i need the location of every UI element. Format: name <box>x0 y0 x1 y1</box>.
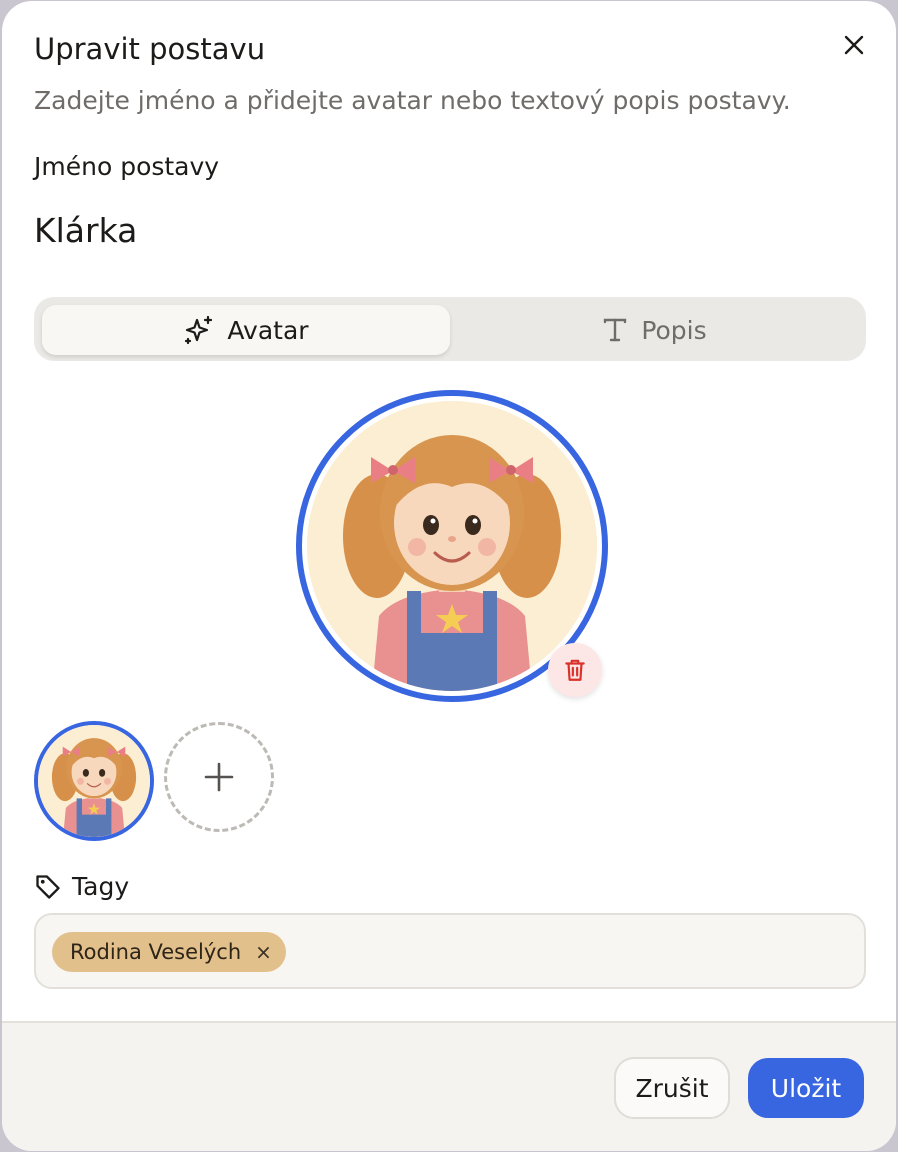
tag-chip: Rodina Veselých × <box>52 932 286 972</box>
cancel-button[interactable]: Zrušit <box>614 1057 730 1119</box>
edit-character-dialog: Upravit postavu Zadejte jméno a přidejte… <box>2 1 896 1151</box>
mode-switch: Avatar Popis <box>34 297 866 361</box>
delete-avatar-button[interactable] <box>548 643 602 697</box>
text-icon <box>604 318 627 342</box>
sparkles-icon <box>185 315 213 345</box>
dialog-subtitle: Zadejte jméno a přidejte avatar nebo tex… <box>34 86 791 115</box>
tag-remove-icon[interactable]: × <box>255 942 272 962</box>
girl-portrait-thumbnail-icon <box>38 725 150 837</box>
tags-label-text: Tagy <box>72 872 130 901</box>
close-button[interactable] <box>836 27 872 63</box>
tab-avatar-label: Avatar <box>227 315 309 345</box>
tab-avatar[interactable]: Avatar <box>42 305 450 355</box>
name-field[interactable]: Klárka <box>34 209 137 253</box>
tab-popis[interactable]: Popis <box>450 305 858 355</box>
dialog-title: Upravit postavu <box>34 32 266 66</box>
tab-popis-label: Popis <box>641 315 707 345</box>
save-button[interactable]: Uložit <box>748 1058 864 1118</box>
girl-portrait-icon <box>307 401 597 691</box>
close-icon <box>844 35 864 55</box>
tags-label: Tagy <box>34 869 129 905</box>
tags-input[interactable]: Rodina Veselých × <box>34 913 866 989</box>
dialog-footer: Zrušit Uložit <box>2 1021 896 1151</box>
trash-icon <box>565 659 585 681</box>
tag-icon <box>36 875 60 899</box>
add-avatar-button[interactable] <box>164 722 274 832</box>
tag-chip-label: Rodina Veselých <box>70 940 242 964</box>
name-label: Jméno postavy <box>34 152 220 181</box>
avatar-thumbnail[interactable] <box>34 721 154 841</box>
plus-icon <box>204 762 234 792</box>
